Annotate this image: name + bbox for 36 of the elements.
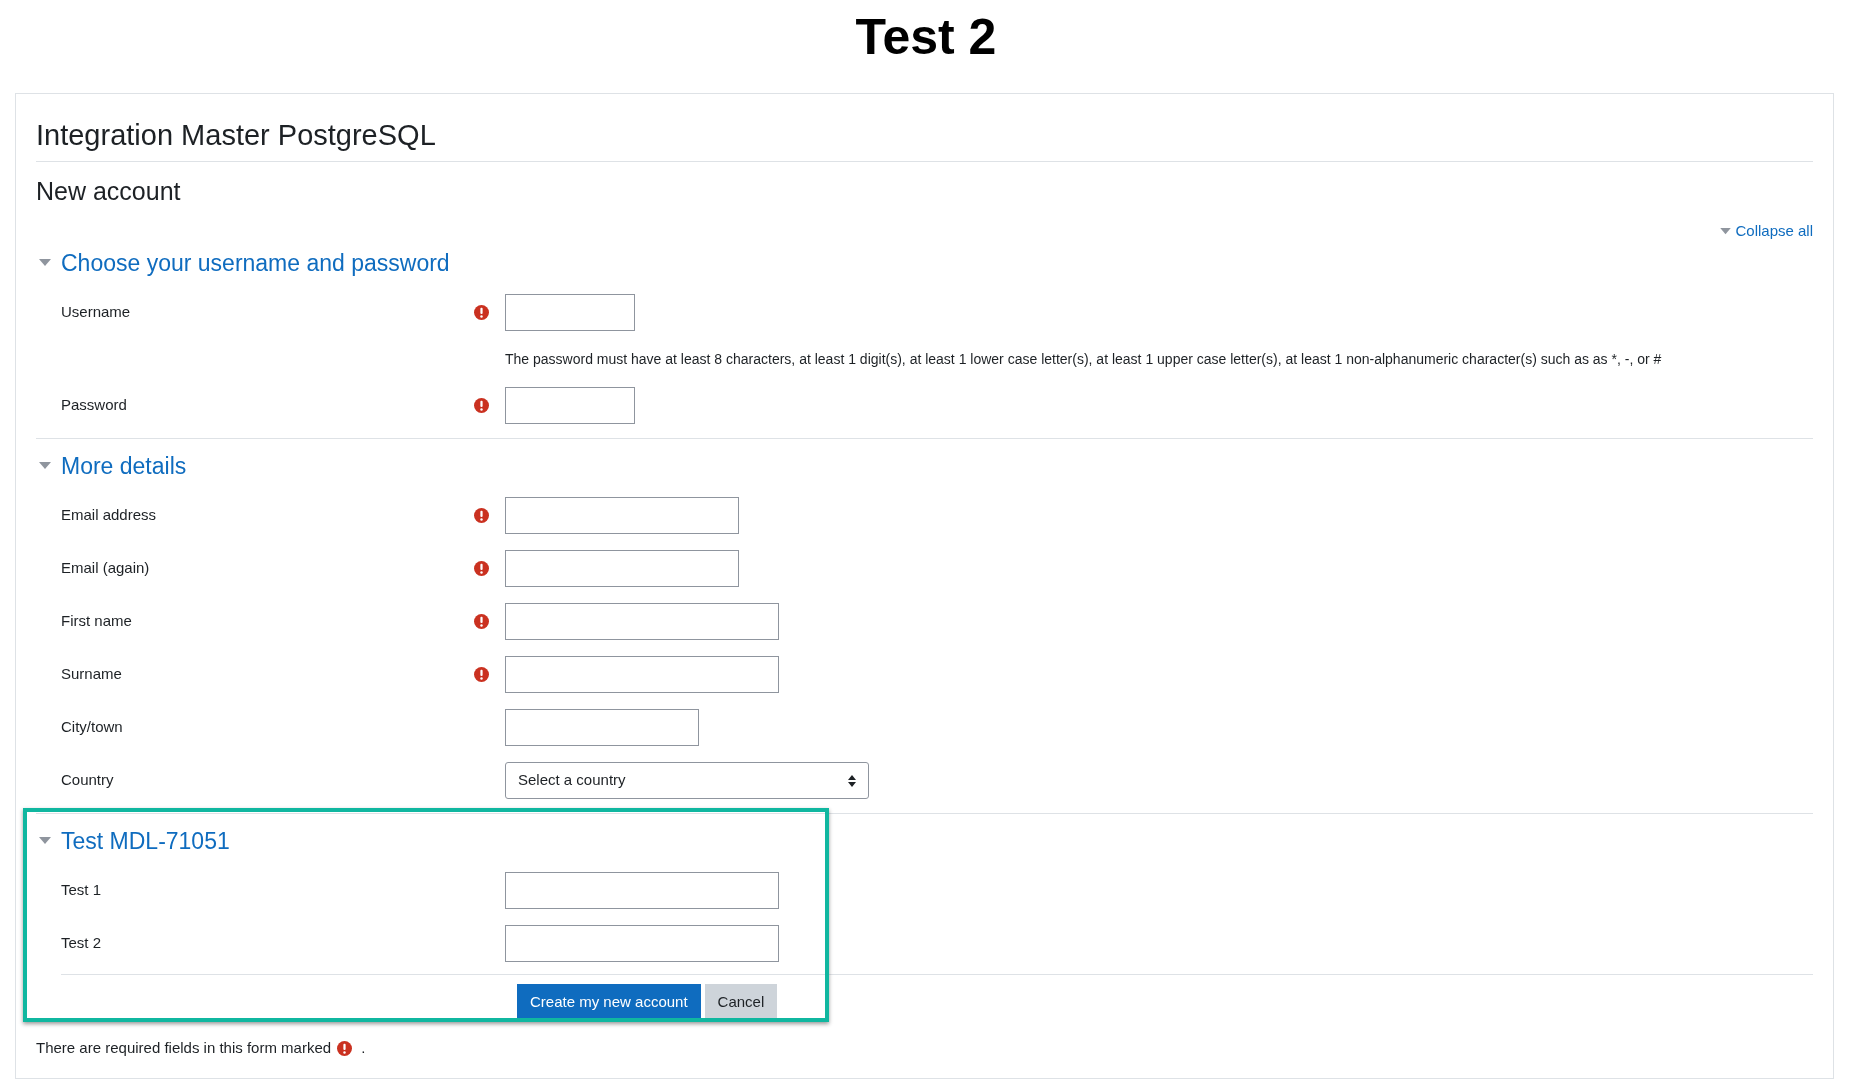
text-input[interactable]: [505, 709, 699, 746]
caret-icon[interactable]: [39, 462, 51, 470]
section-heading[interactable]: Test MDL-71051: [61, 823, 230, 859]
field-label: Email (again): [61, 558, 150, 579]
field-label: Username: [61, 302, 131, 323]
field-label: Test 1: [61, 880, 102, 901]
text-input[interactable]: [505, 294, 635, 331]
caret-icon[interactable]: [39, 259, 51, 267]
password-rule-text: The password must have at least 8 characters, at least 1 digit(s), at least 1 lower case letter(s), at least 1 upper case letter(s), at least 1 non-alphanumeric character(s) such as as *, -, or #: [505, 349, 1662, 369]
section-heading[interactable]: More details: [61, 448, 187, 484]
text-input[interactable]: [505, 497, 739, 534]
field-label: Surname: [61, 664, 122, 685]
section-heading[interactable]: Choose your username and password: [61, 245, 450, 281]
caret-icon[interactable]: [39, 837, 51, 845]
country-select[interactable]: Select a country: [505, 762, 869, 799]
text-input[interactable]: [505, 603, 779, 640]
page-title: Test 2: [855, 8, 997, 67]
field-label: Test 2: [61, 933, 102, 954]
site-name: Integration Master PostgreSQL: [36, 117, 436, 153]
text-input[interactable]: [505, 387, 635, 424]
text-input[interactable]: [505, 656, 779, 693]
collapse-all-link[interactable]: Collapse all: [1735, 219, 1813, 243]
field-label: First name: [61, 611, 132, 632]
page-heading: New account: [36, 176, 181, 208]
field-label: Email address: [61, 505, 157, 526]
text-input[interactable]: [505, 550, 739, 587]
text-input[interactable]: [505, 925, 779, 962]
text-input[interactable]: [505, 872, 779, 909]
required-icon: [337, 1040, 353, 1056]
field-label: Password: [61, 395, 127, 416]
caret-icon: [1720, 227, 1732, 235]
required-fields-note: There are required fields in this form marked: [36, 1038, 332, 1058]
updown-caret-icon: [848, 774, 856, 787]
field-label: Country: [61, 770, 114, 791]
field-label: City/town: [61, 717, 123, 738]
period-text: .: [361, 1038, 366, 1058]
